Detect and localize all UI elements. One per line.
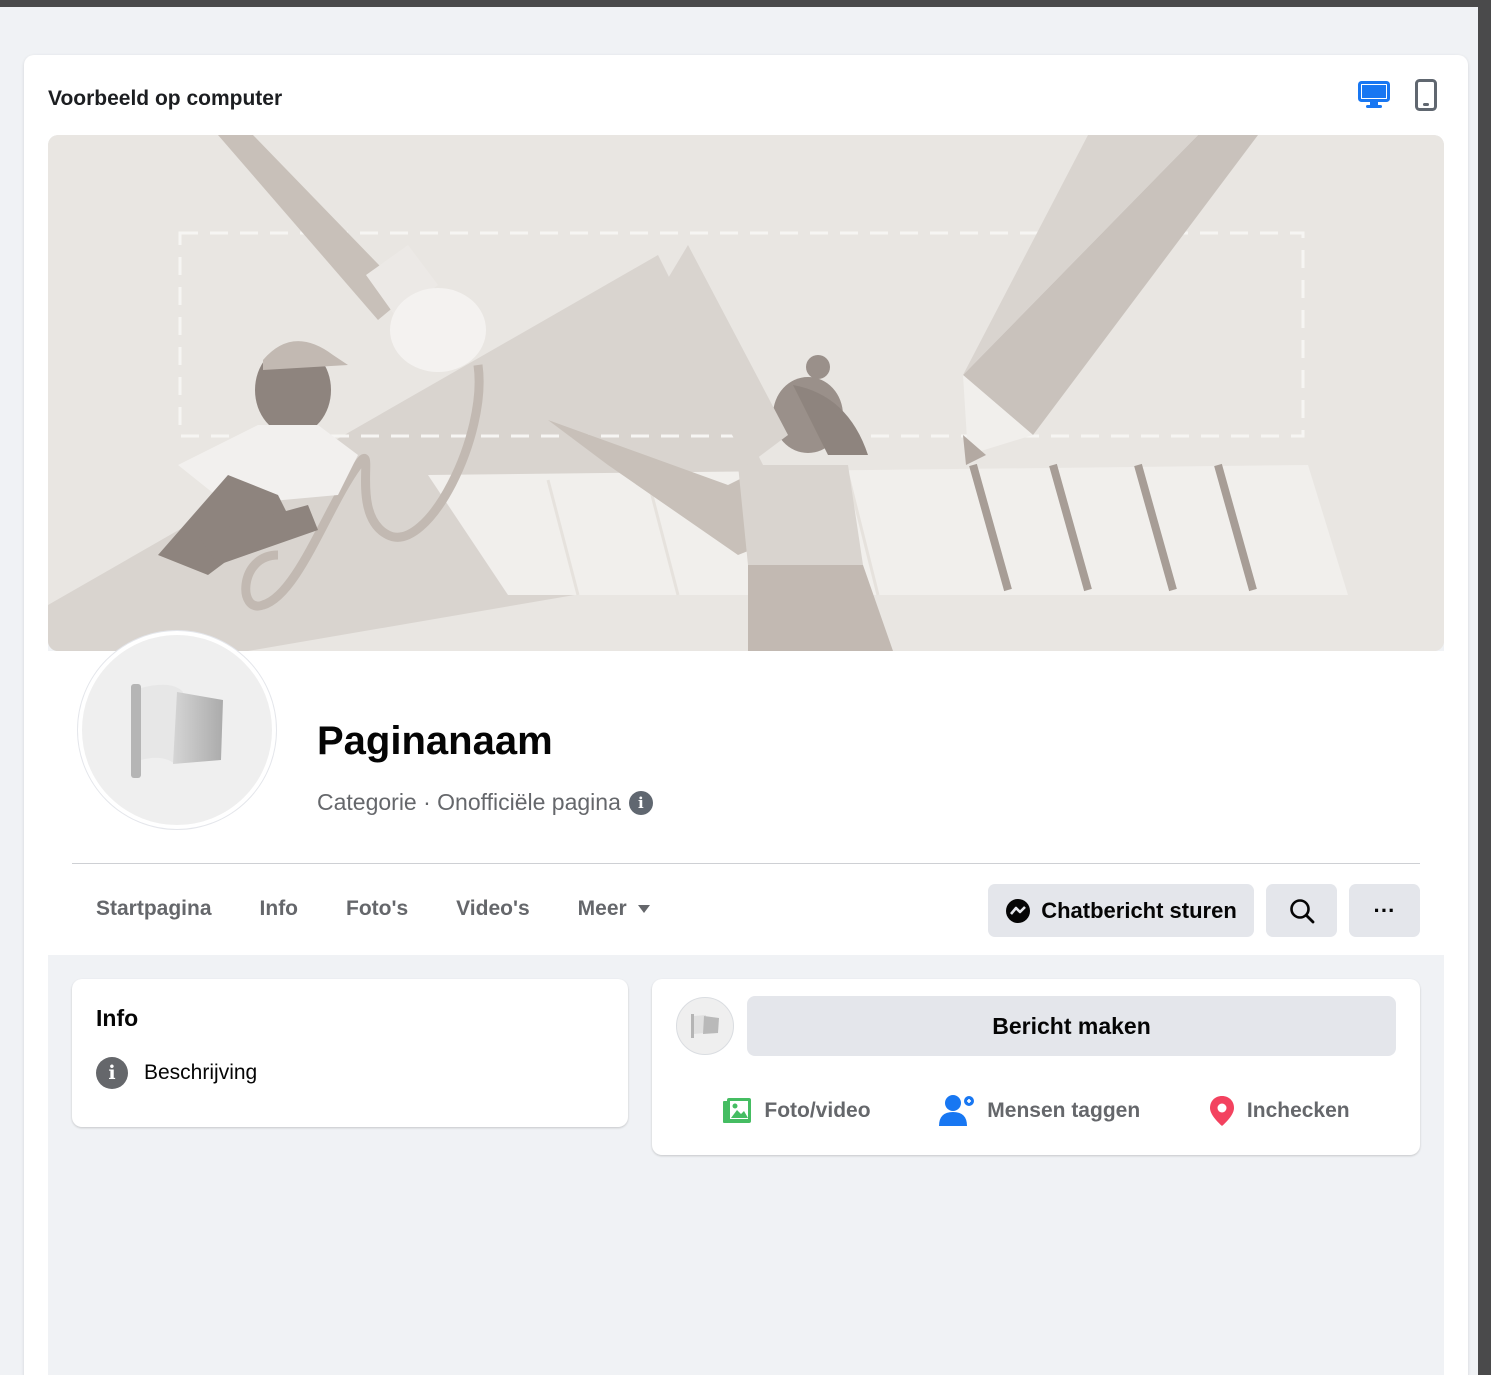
- send-message-button[interactable]: Chatbericht sturen: [988, 884, 1254, 937]
- tablet-icon: [1415, 79, 1437, 111]
- panel-header: Voorbeeld op computer: [48, 75, 1444, 115]
- more-icon: ···: [1373, 897, 1396, 923]
- check-in-button[interactable]: Inchecken: [1209, 1095, 1350, 1127]
- search-icon: [1289, 898, 1314, 923]
- send-message-label: Chatbericht sturen: [1041, 897, 1237, 923]
- check-in-label: Inchecken: [1246, 1099, 1350, 1122]
- info-icon: i: [96, 1057, 128, 1089]
- cover-photo: [48, 135, 1444, 651]
- tablet-view-button[interactable]: [1408, 77, 1444, 113]
- description-label: Beschrijving: [144, 1061, 258, 1084]
- more-options-button[interactable]: ···: [1349, 884, 1420, 937]
- profile-header: Paginanaam Categorie · Onofficiële pagin…: [48, 631, 1444, 955]
- info-card-title: Info: [96, 1005, 139, 1031]
- tag-people-button[interactable]: Mensen taggen: [939, 1094, 1140, 1128]
- tag-people-label: Mensen taggen: [987, 1099, 1141, 1122]
- info-card: Info i Beschrijving: [72, 979, 628, 1127]
- page-preview: Paginanaam Categorie · Onofficiële pagin…: [48, 135, 1444, 1375]
- preview-stage: Voorbeeld op computer Paginanaam Categor…: [0, 7, 1478, 1375]
- preview-panel: Voorbeeld op computer Paginanaam Categor…: [24, 55, 1468, 1375]
- post-actions: Foto/video Mensen taggen Inchecken: [652, 1089, 1420, 1133]
- search-button[interactable]: [1266, 884, 1337, 937]
- tab-startpagina[interactable]: Startpagina: [72, 881, 236, 937]
- tab-videos[interactable]: Video's: [432, 881, 553, 937]
- tag-people-icon: [939, 1095, 975, 1126]
- info-icon[interactable]: i: [628, 790, 653, 815]
- flag-icon: [691, 1014, 719, 1038]
- create-post-button[interactable]: Bericht maken: [747, 996, 1396, 1056]
- page-name: Paginanaam: [317, 719, 553, 763]
- avatar: [676, 997, 734, 1055]
- tab-photos[interactable]: Foto's: [322, 881, 432, 937]
- messenger-icon: [1006, 898, 1031, 923]
- create-post-card: Bericht maken Foto/video Mensen taggen I…: [652, 979, 1420, 1155]
- flag-icon: [131, 684, 223, 778]
- tab-more[interactable]: Meer: [554, 881, 675, 937]
- desktop-view-button[interactable]: [1356, 77, 1392, 113]
- page-actions: Chatbericht sturen ···: [988, 884, 1420, 937]
- profile-avatar[interactable]: [78, 631, 276, 829]
- tab-more-label: Meer: [577, 897, 627, 920]
- tab-info[interactable]: Info: [236, 881, 322, 937]
- panel-title: Voorbeeld op computer: [48, 87, 283, 110]
- photo-video-label: Foto/video: [764, 1099, 871, 1122]
- description-row[interactable]: i Beschrijving: [96, 1057, 257, 1089]
- photo-video-button[interactable]: Foto/video: [722, 1097, 871, 1125]
- page-category-line: Categorie · Onofficiële pagina i: [317, 789, 653, 816]
- desktop-icon: [1358, 81, 1390, 108]
- divider: [72, 863, 1420, 864]
- photo-video-icon: [723, 1098, 752, 1123]
- page-tabs: Startpagina Info Foto's Video's Meer: [72, 881, 675, 937]
- cover-illustration: [48, 135, 1444, 651]
- check-in-icon: [1209, 1096, 1234, 1126]
- page-category: Categorie · Onofficiële pagina: [317, 789, 621, 815]
- caret-down-icon: [637, 905, 650, 913]
